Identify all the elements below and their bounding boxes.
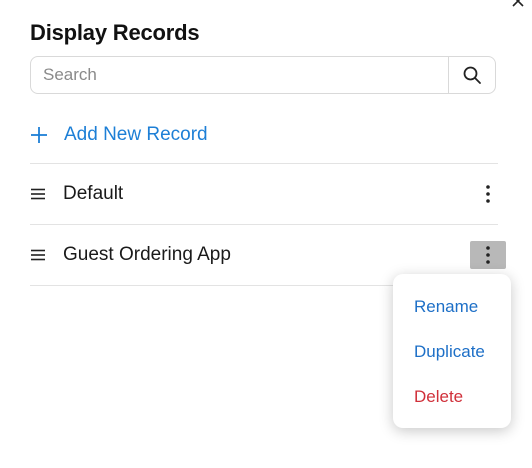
- divider: [30, 224, 498, 225]
- search-icon: [463, 66, 481, 84]
- plus-icon: [30, 126, 48, 144]
- add-new-record-button[interactable]: Add New Record: [30, 124, 208, 146]
- search-button[interactable]: [448, 57, 495, 93]
- duplicate-menu-item[interactable]: Duplicate: [414, 342, 485, 362]
- record-name: Guest Ordering App: [63, 244, 231, 265]
- drag-handle-icon[interactable]: [30, 187, 48, 201]
- delete-menu-item[interactable]: Delete: [414, 387, 463, 407]
- record-row-guest-ordering-app[interactable]: Guest Ordering App: [30, 235, 506, 275]
- display-records-panel: Display Records Add New Record: [0, 0, 532, 468]
- search-input[interactable]: [31, 57, 448, 93]
- divider: [30, 163, 498, 164]
- more-options-button[interactable]: [470, 180, 506, 208]
- more-options-button[interactable]: [470, 241, 506, 269]
- search-bar: [30, 56, 496, 94]
- add-new-record-label: Add New Record: [64, 124, 208, 145]
- more-vertical-icon: [486, 246, 490, 264]
- more-vertical-icon: [486, 185, 490, 203]
- rename-menu-item[interactable]: Rename: [414, 297, 478, 317]
- record-context-menu: Rename Duplicate Delete: [393, 274, 511, 428]
- drag-handle-icon[interactable]: [30, 248, 48, 262]
- record-row-default[interactable]: Default: [30, 174, 506, 214]
- close-button[interactable]: [508, 0, 528, 8]
- record-name: Default: [63, 183, 124, 204]
- close-icon: [512, 0, 524, 7]
- page-title: Display Records: [30, 20, 200, 45]
